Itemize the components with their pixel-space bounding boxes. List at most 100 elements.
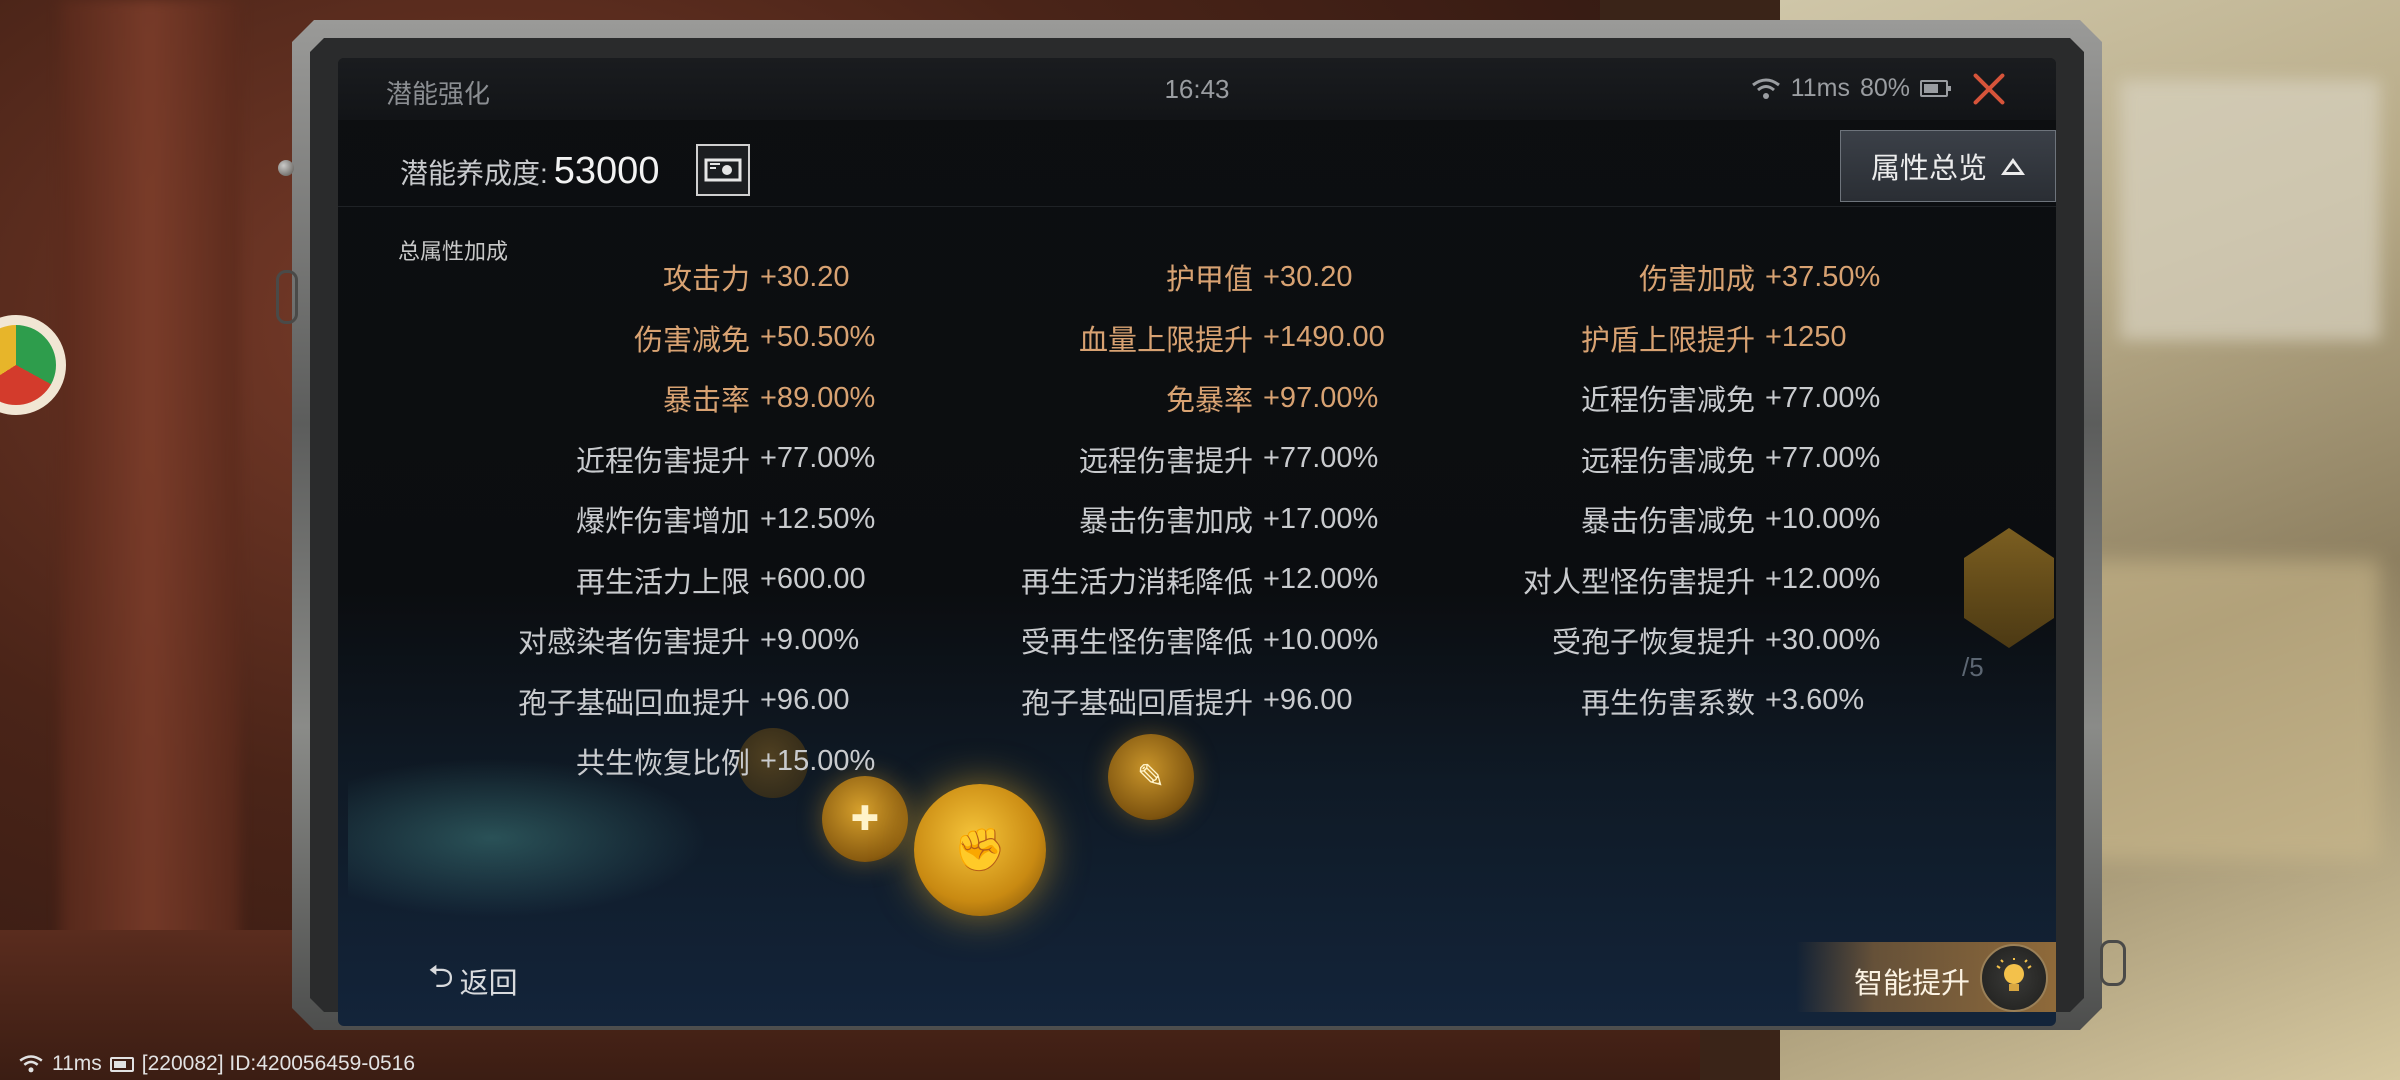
attribute-item: 近程伤害提升 +77.00%	[576, 438, 875, 480]
attribute-value: +12.00%	[1765, 563, 1881, 595]
attribute-value: +97.00%	[1263, 381, 1379, 414]
back-label: 返回	[459, 968, 518, 1000]
attribute-item: 爆炸伤害增加 +12.50%	[576, 498, 875, 540]
attribute-item: 远程伤害减免 +77.00%	[1581, 438, 1880, 480]
attribute-value: +37.50%	[1765, 260, 1881, 293]
attribute-value: +30.20	[1263, 260, 1353, 293]
attribute-name: 受孢子恢复提升	[1551, 627, 1755, 659]
attribute-item: 孢子基础回血提升 +96.00	[518, 680, 850, 722]
attribute-item: 近程伤害减免 +77.00%	[1581, 377, 1880, 419]
attribute-name: 伤害加成	[1638, 264, 1755, 296]
battery-icon	[109, 1056, 134, 1072]
attribute-item: 再生伤害系数 +3.60%	[1581, 680, 1864, 722]
attribute-name: 孢子基础回盾提升	[1020, 687, 1253, 720]
attribute-value: +10.00%	[1263, 623, 1379, 656]
attribute-name: 近程伤害提升	[575, 445, 750, 478]
attribute-name: 暴击率	[662, 385, 750, 417]
attribute-name: 近程伤害减免	[1580, 385, 1755, 417]
attribute-name: 爆炸伤害增加	[575, 506, 750, 538]
divider	[338, 206, 2056, 207]
attribute-value: +12.50%	[760, 502, 876, 535]
attribute-value: +77.00%	[1765, 381, 1881, 414]
attribute-name: 孢子基础回血提升	[517, 687, 750, 720]
attribute-value: +3.60%	[1765, 684, 1865, 716]
back-button[interactable]: ⮌ 返回	[428, 954, 518, 1008]
frame-hook-icon	[276, 270, 298, 324]
attribute-value: +10.00%	[1765, 502, 1881, 535]
attribute-item: 孢子基础回盾提升 +96.00	[1021, 680, 1353, 722]
attribute-name: 远程伤害提升	[1078, 445, 1253, 478]
cash-glyph-icon	[704, 158, 742, 182]
attribute-name: 再生活力消耗降低	[1020, 566, 1253, 599]
attribute-name: 护盾上限提升	[1580, 324, 1755, 357]
triangle-up-icon	[2001, 157, 2025, 175]
attribute-value: +12.00%	[1263, 563, 1379, 595]
battery-icon	[1920, 80, 1951, 97]
attribute-name: 再生活力上限	[575, 566, 750, 599]
attribute-name: 对感染者伤害提升	[517, 627, 750, 659]
frame-bolt-icon	[278, 160, 294, 176]
attribute-value: +50.50%	[760, 321, 876, 353]
attribute-name: 共生恢复比例	[575, 748, 750, 780]
system-indicators: 11ms 80%	[1751, 74, 1951, 103]
attribute-item: 共生恢复比例 +15.00%	[576, 740, 875, 782]
skill-orb-shield[interactable]: ✚	[822, 776, 908, 862]
skill-orb-fist[interactable]: ✊	[914, 784, 1046, 916]
attribute-value: +77.00%	[760, 442, 876, 474]
attribute-value: +30.00%	[1765, 623, 1881, 656]
attribute-item: 受孢子恢复提升 +30.00%	[1552, 619, 1880, 661]
potential-score: 潜能养成度: 53000	[400, 150, 659, 193]
attribute-item: 免暴率 +97.00%	[1166, 377, 1378, 419]
attribute-item: 伤害加成 +37.50%	[1639, 256, 1880, 298]
skill-orb-pencil[interactable]: ✎	[1108, 734, 1194, 820]
battery-text: 80%	[1859, 74, 1910, 102]
attribute-name: 暴击伤害加成	[1078, 506, 1253, 538]
hex-badge	[1964, 528, 2054, 648]
potential-panel: 潜能强化 16:43 11ms 80% 潜能养成度: 53000 属性总览 总属…	[338, 58, 2056, 1026]
section-label: 总属性加成	[398, 239, 509, 264]
back-arrow-icon: ⮌	[428, 957, 454, 995]
smart-upgrade-button[interactable]: 智能提升	[1796, 942, 2056, 1012]
attribute-value: +77.00%	[1765, 442, 1881, 474]
attribute-value: +89.00%	[760, 381, 876, 414]
attribute-item: 受再生怪伤害降低 +10.00%	[1021, 619, 1378, 661]
attribute-name: 远程伤害减免	[1580, 445, 1755, 478]
cash-icon[interactable]	[696, 144, 750, 196]
badge-fraction: /5	[1962, 652, 1984, 682]
attribute-name: 护甲值	[1165, 264, 1253, 296]
attribute-name: 对人型怪伤害提升	[1522, 566, 1755, 599]
attribute-overview-button[interactable]: 属性总览	[1840, 130, 2056, 202]
attribute-item: 再生活力上限 +600.00	[576, 559, 866, 601]
smart-upgrade-label: 智能提升	[1854, 968, 1971, 1000]
attribute-value: +600.00	[760, 563, 866, 595]
wifi-icon	[19, 1055, 43, 1073]
attribute-value: +15.00%	[760, 744, 876, 777]
attribute-item: 护盾上限提升 +1250	[1581, 317, 1846, 359]
attribute-value: +1250	[1765, 321, 1847, 353]
ping-text: 11ms	[1790, 74, 1850, 102]
attribute-item: 暴击伤害加成 +17.00%	[1079, 498, 1378, 540]
attribute-name: 伤害减免	[633, 324, 750, 357]
attribute-name: 免暴率	[1165, 385, 1253, 417]
footer-info: 11ms [220082] ID:420056459-0516	[18, 1052, 415, 1076]
attribute-item: 伤害减免 +50.50%	[634, 317, 875, 359]
bulb-icon	[1980, 944, 2048, 1012]
attribute-name: 攻击力	[662, 264, 750, 296]
footer-ids: [220082] ID:420056459-0516	[141, 1052, 416, 1075]
leaf-decoration	[348, 758, 708, 918]
attribute-value: +77.00%	[1263, 442, 1379, 474]
attribute-item: 暴击率 +89.00%	[663, 377, 875, 419]
attribute-value: +9.00%	[760, 623, 860, 656]
frame-hook-icon	[2100, 940, 2126, 986]
attribute-item: 血量上限提升 +1490.00	[1079, 317, 1385, 359]
attribute-value: +1490.00	[1263, 321, 1385, 353]
attribute-name: 暴击伤害减免	[1580, 506, 1755, 538]
attribute-name: 再生伤害系数	[1580, 687, 1755, 720]
attribute-item: 对人型怪伤害提升 +12.00%	[1523, 559, 1880, 601]
potential-label: 潜能养成度:	[400, 158, 548, 189]
close-icon[interactable]	[1968, 68, 2010, 110]
attribute-item: 暴击伤害减免 +10.00%	[1581, 498, 1880, 540]
attribute-overview-label: 属性总览	[1870, 153, 1987, 185]
footer-ping: 11ms	[52, 1052, 102, 1075]
status-bar: 潜能强化 16:43 11ms 80%	[338, 58, 2056, 120]
